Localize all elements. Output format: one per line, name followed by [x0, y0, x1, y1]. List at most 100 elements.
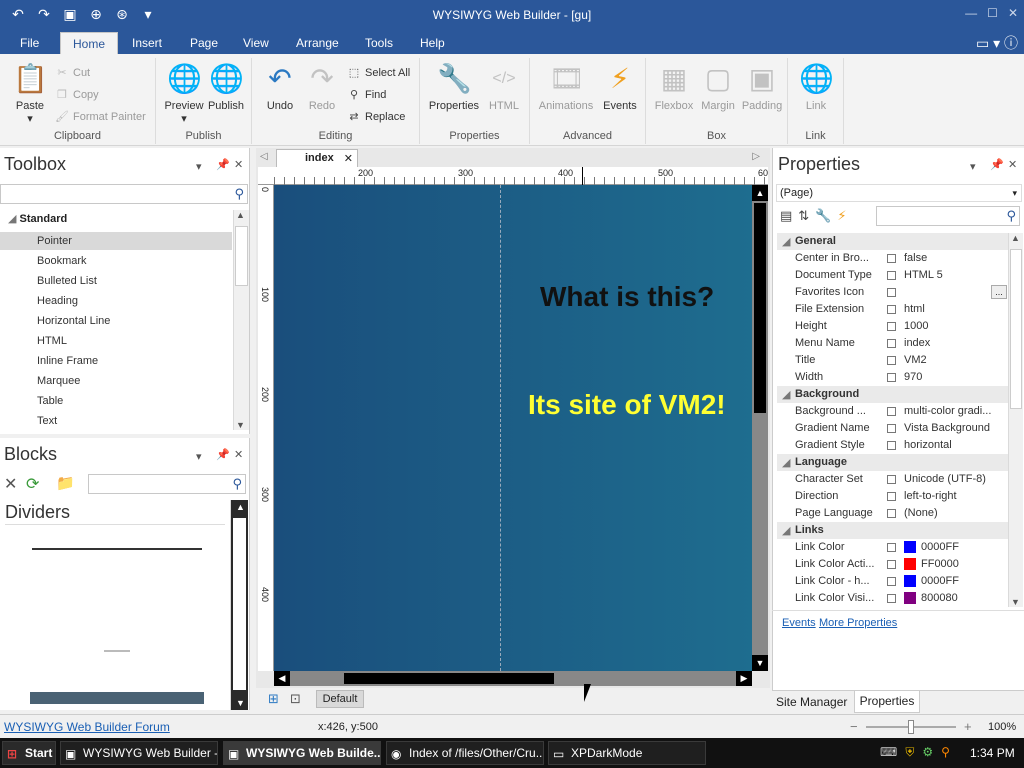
prop-file-extension[interactable]: File Extension html — [777, 301, 1009, 318]
scroll-tabs-right-icon[interactable]: ▷ — [752, 151, 760, 162]
prop-direction[interactable]: Direction left-to-right — [777, 488, 1009, 505]
canvas-vertical-scrollbar[interactable]: ▲ ▼ — [752, 185, 768, 671]
prop-favorites-icon[interactable]: Favorites Icon... — [777, 284, 1009, 301]
page-settings-icon[interactable]: ⊡ — [290, 691, 301, 707]
lightning-icon[interactable]: ⚡ — [837, 208, 846, 224]
heading-site-of-vm2[interactable]: Its site of VM2! — [528, 389, 726, 421]
publish-button[interactable]: 🌐 Publish — [202, 62, 250, 112]
close-icon[interactable]: ✕ — [234, 448, 243, 461]
prop-menu-name[interactable]: Menu Name index — [777, 335, 1009, 352]
zoom-out-icon[interactable]: − — [850, 719, 858, 734]
margin-button[interactable]: ▢ Margin — [694, 62, 742, 112]
prop-character-set[interactable]: Character Set Unicode (UTF-8) — [777, 471, 1009, 488]
category-links[interactable]: ◢ Links — [777, 522, 1009, 539]
close-icon[interactable]: ✕ — [234, 158, 243, 171]
categorized-icon[interactable]: ▤ — [780, 208, 792, 224]
category-background[interactable]: ◢ Background — [777, 386, 1009, 403]
taskbar-item[interactable]: ▣ WYSIWYG Web Builder - ... — [60, 741, 218, 765]
redo-button[interactable]: ↷ Redo — [298, 62, 346, 112]
tab-insert[interactable]: Insert — [124, 32, 170, 54]
add-page-icon[interactable]: ⊞ — [268, 691, 279, 707]
toolbox-scrollbar[interactable]: ▲ ▼ — [233, 210, 249, 430]
tab-properties[interactable]: Properties — [854, 691, 920, 713]
shield-icon[interactable]: ⛨ — [905, 745, 914, 760]
prop-title[interactable]: Title VM2 — [777, 352, 1009, 369]
forum-link[interactable]: WYSIWYG Web Builder Forum — [4, 720, 170, 734]
zoom-in-icon[interactable]: + — [964, 719, 972, 734]
more-properties-link[interactable]: More Properties — [819, 617, 897, 629]
cut-button[interactable]: ✂ Cut — [54, 64, 90, 82]
animations-button[interactable]: 🎞 Animations — [536, 62, 596, 112]
replace-button[interactable]: ⇄ Replace — [346, 108, 405, 126]
events-button[interactable]: ⚡ Events — [596, 62, 644, 112]
layout-options-icon[interactable]: ▭ ▾ ⓘ — [976, 33, 1018, 53]
html-button[interactable]: </> HTML — [480, 62, 528, 112]
tab-page[interactable]: Page — [182, 32, 226, 54]
taskbar-item[interactable]: ◉ Index of /files/Other/Cru... — [386, 741, 544, 765]
tab-help[interactable]: Help — [412, 32, 453, 54]
toolbox-item-text[interactable]: Text — [37, 415, 57, 427]
blocks-search-input[interactable]: ⚲ — [88, 474, 246, 494]
tab-view[interactable]: View — [235, 32, 277, 54]
toolbox-item-table[interactable]: Table — [37, 395, 63, 407]
keyboard-icon[interactable]: ⌨ — [880, 745, 897, 760]
refresh-icon[interactable]: ⟳ — [26, 474, 39, 494]
taskbar-item[interactable]: ▣ WYSIWYG Web Builde... — [223, 741, 381, 765]
network-icon[interactable]: ⚙ — [922, 745, 933, 760]
prop-width[interactable]: Width 970 — [777, 369, 1009, 386]
prop-height[interactable]: Height 1000 — [777, 318, 1009, 335]
category-language[interactable]: ◢ Language — [777, 454, 1009, 471]
start-button[interactable]: ⊞ Start — [2, 741, 56, 765]
heading-what-is-this[interactable]: What is this? — [540, 281, 714, 313]
toolbox-category-standard[interactable]: ◢ Standard — [8, 212, 67, 225]
prop-link-color-active[interactable]: Link Color Acti... FF0000 — [777, 556, 1009, 573]
paste-button[interactable]: 📋 Paste ▾ — [6, 62, 54, 125]
preview-button[interactable]: 🌐 Preview ▾ — [160, 62, 208, 125]
prop-link-color-hover[interactable]: Link Color - h... 0000FF — [777, 573, 1009, 590]
toolbox-item-horizontal-line[interactable]: Horizontal Line — [37, 315, 110, 327]
toolbox-item-bookmark[interactable]: Bookmark — [37, 255, 87, 267]
properties-button[interactable]: 🔧 Properties — [428, 62, 480, 112]
toolbox-item-heading[interactable]: Heading — [37, 295, 78, 307]
find-button[interactable]: ⚲ Find — [346, 86, 386, 104]
divider-thumbnail[interactable] — [32, 548, 202, 550]
maximize-icon[interactable]: ☐ — [987, 6, 998, 20]
page-canvas[interactable]: What is this? Its site of VM2! — [274, 185, 752, 671]
search-tray-icon[interactable]: ⚲ — [941, 745, 950, 760]
zoom-slider[interactable] — [866, 720, 956, 734]
divider-thumbnail[interactable] — [104, 650, 130, 652]
events-link[interactable]: Events — [782, 617, 816, 629]
sort-az-icon[interactable]: ⇅ — [798, 208, 809, 224]
close-icon[interactable]: ✕ — [1008, 6, 1018, 20]
toolbox-item-marquee[interactable]: Marquee — [37, 375, 80, 387]
format-painter-button[interactable]: 🖌 Format Painter — [54, 108, 146, 126]
pin-icon[interactable]: 📌 — [990, 158, 1004, 171]
link-button[interactable]: 🌐 Link — [792, 62, 840, 112]
category-general[interactable]: ◢ General — [777, 233, 1009, 250]
close-tab-icon[interactable]: ✕ — [344, 152, 353, 165]
document-tab-index[interactable]: index ✕ — [276, 149, 358, 167]
scroll-tabs-left-icon[interactable]: ◁ — [260, 151, 268, 162]
blocks-scrollbar[interactable]: ▲ ▼ — [230, 500, 248, 710]
prop-gradient-name[interactable]: Gradient Name Vista Background — [777, 420, 1009, 437]
prop-gradient-style[interactable]: Gradient Style horizontal — [777, 437, 1009, 454]
tab-site-manager[interactable]: Site Manager — [776, 695, 847, 709]
prop-background[interactable]: Background ... multi-color gradi... — [777, 403, 1009, 420]
copy-button[interactable]: ❐ Copy — [54, 86, 99, 104]
folder-icon[interactable]: 📁 — [56, 474, 75, 492]
tab-home[interactable]: Home — [60, 32, 118, 54]
toolbox-search-input[interactable]: ⚲ — [0, 184, 248, 204]
prop-link-color-visited[interactable]: Link Color Visi... 800080 — [777, 590, 1009, 607]
breakpoint-tab-default[interactable]: Default — [316, 690, 364, 708]
toolbox-item-pointer[interactable]: Pointer — [37, 235, 72, 247]
panel-menu-icon[interactable]: ▾ — [196, 160, 202, 173]
toolbox-item-bulleted-list[interactable]: Bulleted List — [37, 275, 97, 287]
prop-link-color[interactable]: Link Color 0000FF — [777, 539, 1009, 556]
pin-icon[interactable]: 📌 — [216, 448, 230, 461]
toolbox-item-html[interactable]: HTML — [37, 335, 67, 347]
prop-center-in-browser[interactable]: Center in Bro... false — [777, 250, 1009, 267]
select-all-button[interactable]: ⬚ Select All — [346, 64, 410, 82]
taskbar-item[interactable]: ▭ XPDarkMode — [548, 741, 706, 765]
ellipsis-button[interactable]: ... — [991, 285, 1007, 299]
toolbox-item-inline-frame[interactable]: Inline Frame — [37, 355, 98, 367]
